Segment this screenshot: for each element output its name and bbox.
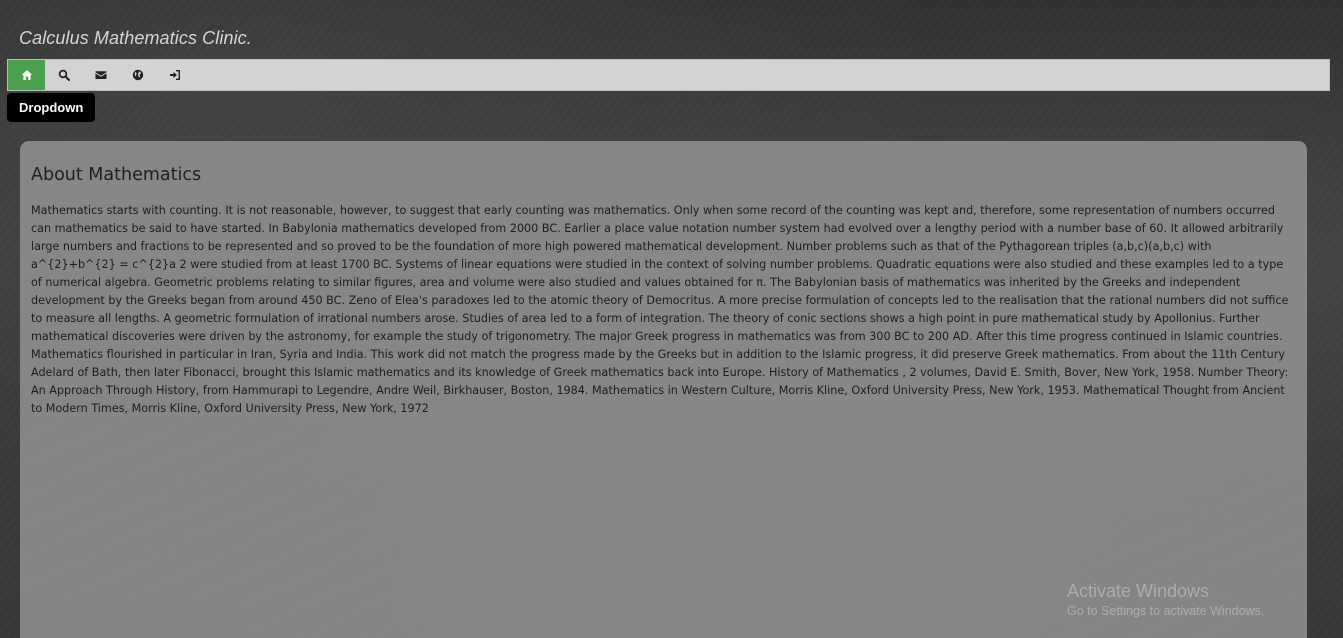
nav-home-button[interactable] (8, 60, 45, 90)
envelope-icon (95, 69, 107, 81)
site-title: Calculus Mathematics Clinic. (19, 28, 252, 48)
page-title: About Mathematics (31, 165, 202, 185)
dropdown-tooltip: Dropdown (7, 93, 96, 122)
search-icon (58, 69, 70, 81)
sign-in-icon (169, 69, 181, 81)
nav-mail-button[interactable] (82, 60, 119, 90)
home-icon (21, 69, 33, 81)
globe-icon (132, 69, 144, 81)
content-panel: About Mathematics Mathematics starts wit… (20, 141, 1307, 638)
nav-globe-button[interactable] (119, 60, 156, 90)
nav-search-button[interactable] (45, 60, 82, 90)
nav-login-button[interactable] (156, 60, 193, 90)
navbar (7, 59, 1330, 91)
article-body: Mathematics starts with counting. It is … (31, 204, 1289, 415)
